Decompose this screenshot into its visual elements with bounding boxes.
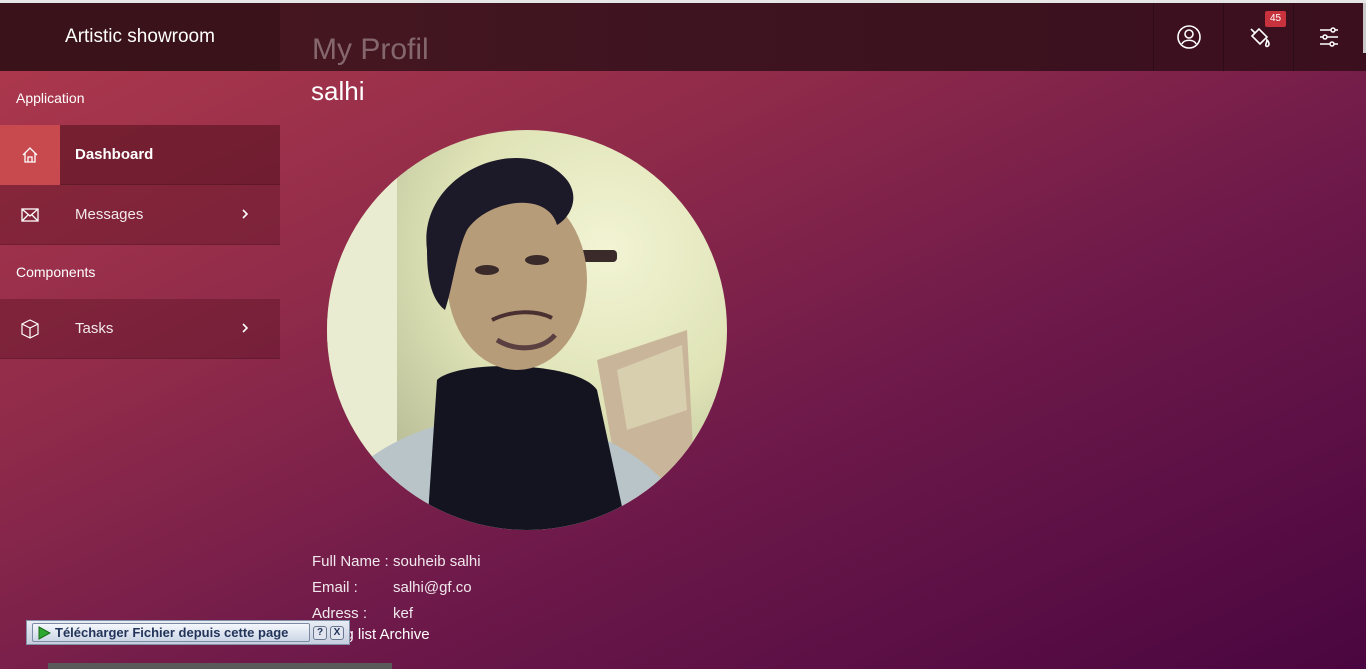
envelope-icon: [0, 185, 60, 245]
theme-button[interactable]: 45: [1223, 3, 1293, 71]
chevron-right-icon: [242, 323, 249, 333]
cube-icon: [0, 299, 60, 359]
field-label: Email :: [312, 578, 358, 596]
avatar: [327, 130, 727, 530]
header-actions: 45: [1153, 3, 1363, 71]
field-value: kef: [393, 604, 414, 622]
play-icon: [38, 625, 51, 640]
field-label: Adress :: [312, 604, 368, 622]
horizontal-scrollbar[interactable]: [48, 663, 392, 669]
notification-badge: 45: [1265, 11, 1287, 27]
help-button[interactable]: ?: [313, 625, 327, 640]
settings-sliders-icon: [1319, 27, 1338, 47]
close-button[interactable]: X: [330, 625, 344, 640]
brand-logo[interactable]: Artistic showroom: [0, 3, 280, 71]
profile-button[interactable]: [1153, 3, 1223, 71]
profile-info: Full Name : souheib salhi Email : salhi@…: [312, 548, 481, 626]
sidebar-section-application: Application: [16, 90, 85, 106]
paint-bucket-icon: [1249, 27, 1270, 48]
sidebar-item-label: Dashboard: [75, 146, 154, 163]
field-label: Full Name :: [312, 552, 389, 570]
sidebar-item-dashboard[interactable]: Dashboard: [0, 124, 280, 185]
sidebar: Application Dashboard Messages Component…: [0, 71, 280, 359]
home-icon: [0, 124, 60, 185]
chevron-right-icon: [242, 209, 249, 219]
sidebar-item-label: Messages: [75, 206, 144, 223]
download-file-label: Télécharger Fichier depuis cette page: [55, 625, 289, 640]
download-toolbar: Télécharger Fichier depuis cette page ? …: [26, 620, 350, 645]
sidebar-item-messages[interactable]: Messages: [0, 185, 280, 245]
sidebar-item-label: Tasks: [75, 320, 114, 337]
settings-button[interactable]: [1293, 3, 1363, 71]
profile-email-row: Email : salhi@gf.co: [312, 574, 481, 600]
sidebar-section-components: Components: [16, 264, 96, 280]
download-file-button[interactable]: Télécharger Fichier depuis cette page: [32, 623, 310, 642]
user-icon: [1176, 25, 1201, 49]
field-value: salhi@gf.co: [393, 578, 472, 596]
field-value: souheib salhi: [393, 552, 481, 570]
profile-username: salhi: [311, 76, 365, 106]
page-title: My Profil: [312, 33, 429, 66]
sidebar-item-tasks[interactable]: Tasks: [0, 299, 280, 359]
profile-fullname-row: Full Name : souheib salhi: [312, 548, 481, 574]
